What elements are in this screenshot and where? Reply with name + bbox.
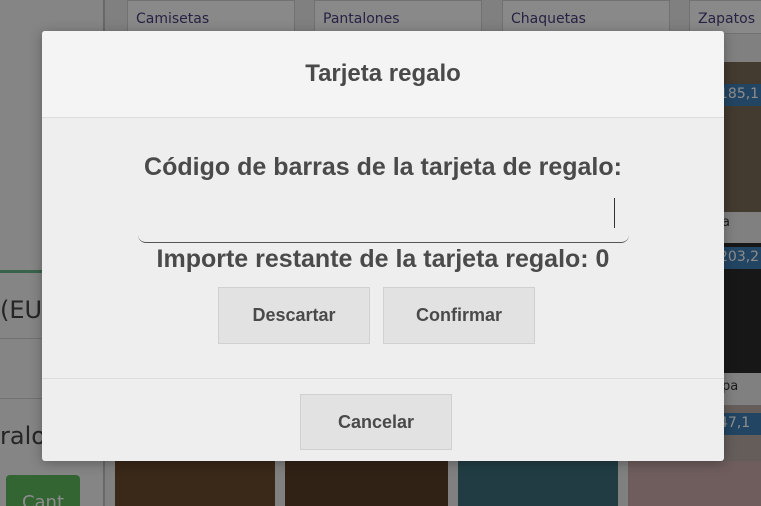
barcode-input[interactable] [138, 193, 629, 243]
text-caret [614, 198, 615, 228]
gift-card-dialog: Tarjeta regalo Código de barras de la ta… [42, 31, 724, 461]
remaining-amount: Importe restante de la tarjeta regalo: 0 [156, 245, 610, 273]
dialog-body: Código de barras de la tarjeta de regalo… [42, 119, 724, 378]
dialog-header: Tarjeta regalo [42, 31, 724, 118]
confirm-button[interactable]: Confirmar [383, 287, 535, 344]
dialog-footer: Cancelar [42, 378, 724, 461]
dialog-title: Tarjeta regalo [305, 60, 461, 87]
discard-button[interactable]: Descartar [218, 287, 370, 344]
cancel-button[interactable]: Cancelar [300, 394, 452, 450]
barcode-label: Código de barras de la tarjeta de regalo… [144, 153, 622, 181]
